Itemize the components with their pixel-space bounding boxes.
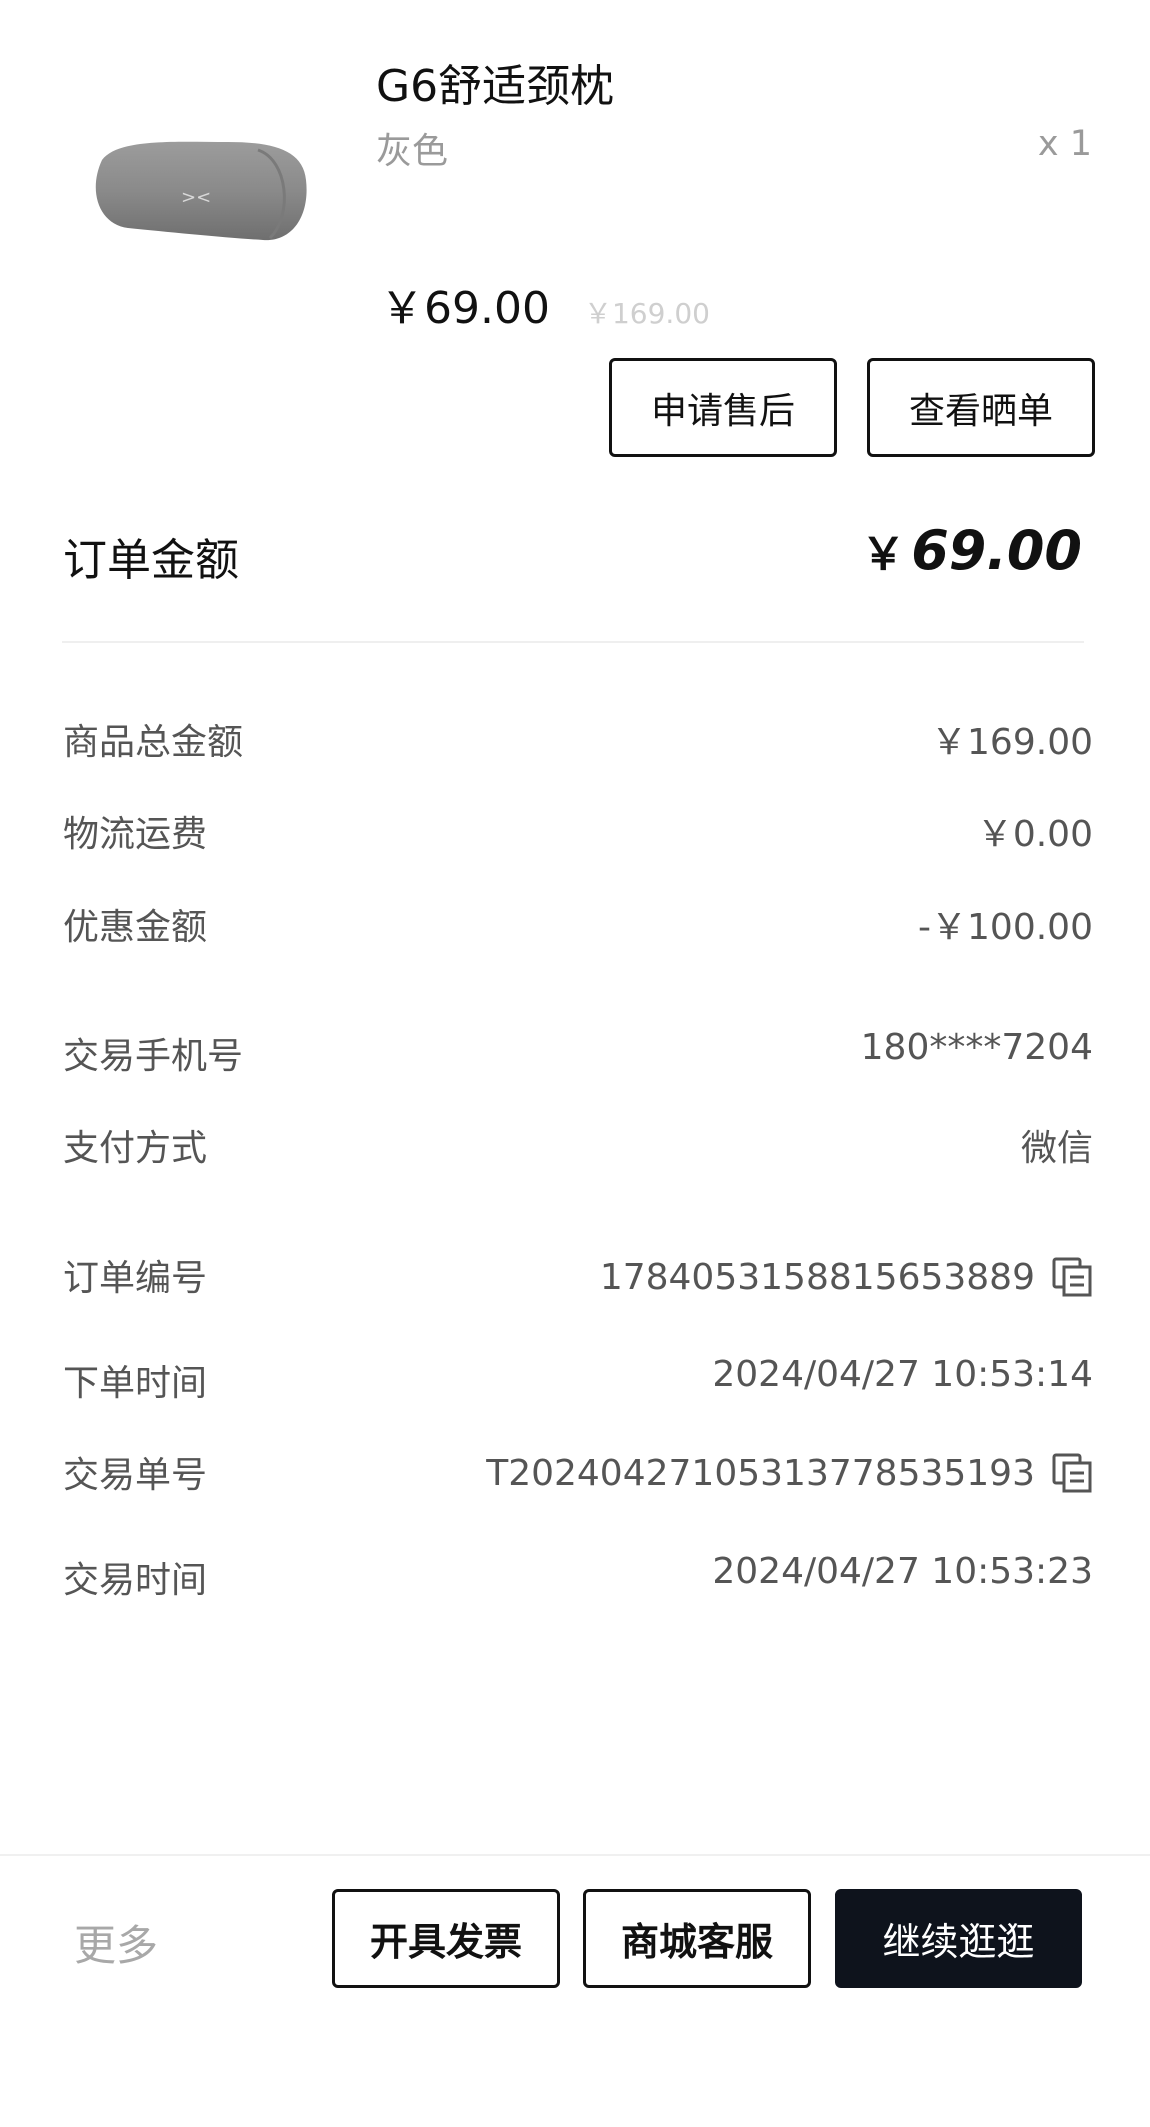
customer-service-button[interactable]: 商城客服 [583, 1889, 811, 1988]
product-price: ￥69.00 [380, 283, 550, 334]
order-total-label: 订单金额 [63, 535, 239, 586]
shipping-label: 物流运费 [63, 814, 208, 855]
trade-time-label: 交易时间 [63, 1560, 208, 1601]
product-variant: 灰色 [376, 131, 449, 172]
product-image[interactable]: >< [88, 120, 318, 270]
goods-total-value: ￥169.00 [931, 722, 1093, 763]
phone-value: 180****7204 [860, 1027, 1093, 1068]
payment-method-value: 微信 [1020, 1128, 1093, 1169]
more-link[interactable]: 更多 [74, 1912, 158, 1973]
price-row: ￥69.00 ￥169.00 [380, 272, 710, 336]
currency-symbol: ￥ [861, 529, 906, 580]
discount-value: -￥100.00 [918, 907, 1093, 948]
order-time-label: 下单时间 [63, 1363, 208, 1404]
trade-number-value: T20240427105313778535193 [486, 1452, 1035, 1494]
divider [62, 641, 1084, 643]
order-total-amount: 69.00 [911, 519, 1082, 582]
trade-number-row: T20240427105313778535193 [486, 1452, 1093, 1494]
payment-method-label: 支付方式 [63, 1128, 208, 1169]
phone-label: 交易手机号 [63, 1036, 244, 1077]
shipping-value: ￥0.00 [976, 814, 1093, 855]
copy-icon[interactable] [1051, 1452, 1093, 1494]
order-time-value: 2024/04/27 10:53:14 [712, 1354, 1093, 1395]
goods-total-label: 商品总金额 [63, 722, 244, 763]
bottom-bar-divider [0, 1854, 1150, 1856]
product-quantity: x 1 [1037, 124, 1092, 164]
after-sale-button[interactable]: 申请售后 [609, 358, 837, 457]
issue-invoice-button[interactable]: 开具发票 [332, 1889, 560, 1988]
product-original-price: ￥169.00 [583, 297, 710, 330]
continue-shopping-button[interactable]: 继续逛逛 [835, 1889, 1082, 1988]
copy-icon[interactable] [1051, 1256, 1093, 1298]
product-title: G6舒适颈枕 [376, 61, 615, 112]
svg-text:><: >< [181, 187, 211, 208]
order-number-value: 1784053158815653889 [599, 1256, 1035, 1298]
trade-number-label: 交易单号 [63, 1455, 208, 1496]
neck-pillow-image-icon: >< [95, 141, 307, 241]
order-number-label: 订单编号 [63, 1258, 208, 1299]
discount-label: 优惠金额 [63, 907, 208, 948]
trade-time-value: 2024/04/27 10:53:23 [712, 1551, 1093, 1592]
view-review-button[interactable]: 查看晒单 [867, 358, 1095, 457]
order-total-value: ￥ 69.00 [861, 518, 1082, 582]
order-number-row: 1784053158815653889 [600, 1256, 1093, 1298]
